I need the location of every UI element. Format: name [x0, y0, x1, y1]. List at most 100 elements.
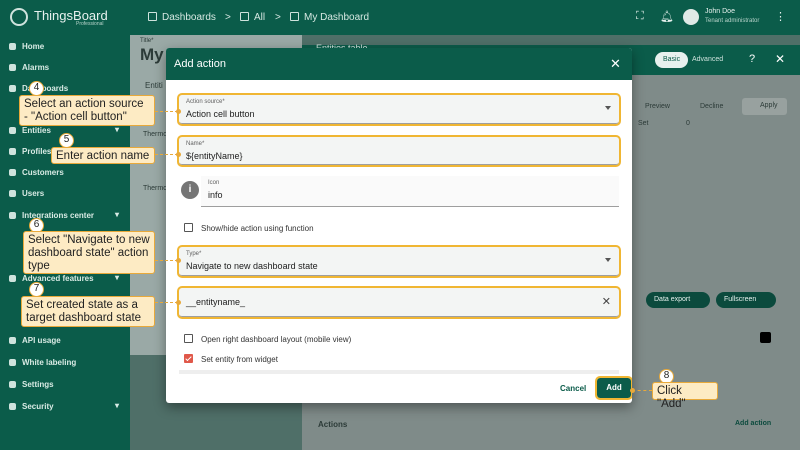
callout-connector	[155, 111, 178, 112]
dropdown-arrow-icon	[605, 258, 611, 262]
icon-field[interactable]: Icon info	[201, 176, 619, 207]
color-swatch[interactable]	[760, 332, 771, 343]
icon-value: info	[208, 190, 223, 200]
sidebar-item-home[interactable]: Home	[0, 38, 130, 58]
chevron-down-icon: ▾	[115, 210, 120, 219]
api-usage-icon	[9, 337, 16, 344]
white-labeling-icon	[9, 359, 16, 366]
name-label: Name*	[186, 141, 205, 147]
dashboard-icon	[290, 12, 299, 21]
dialog-title: Add action	[174, 58, 226, 70]
show-hide-checkbox[interactable]	[184, 223, 193, 232]
callout-target-dot	[630, 388, 635, 393]
logo-subtitle: Professional	[76, 21, 104, 27]
notifications-bell-icon[interactable]: 🔔︎	[660, 10, 674, 23]
breadcrumb-all[interactable]: All	[254, 12, 265, 23]
callout-connector	[632, 390, 652, 391]
set-entity-label: Set entity from widget	[201, 355, 278, 364]
callout-step-5: Enter action name	[51, 147, 155, 164]
entities-tab[interactable]: Entiti	[145, 81, 163, 90]
close-icon[interactable]: ✕	[775, 52, 785, 66]
fullscreen-chip[interactable]: Fullscreen	[716, 292, 776, 308]
thingsboard-logo-icon[interactable]	[10, 8, 28, 26]
decline-button[interactable]: Decline	[700, 103, 723, 110]
alarm-icon	[9, 64, 16, 71]
callout-step-6: Select "Navigate to new dashboard state"…	[23, 231, 155, 274]
action-source-value: Action cell button	[186, 109, 255, 119]
target-dashboard-state-input[interactable]: __entityname_ ✕	[177, 286, 621, 319]
close-icon[interactable]: ✕	[610, 56, 621, 72]
add-action-link[interactable]: Add action	[735, 420, 771, 427]
dropdown-arrow-icon	[605, 106, 611, 110]
callout-target-dot	[176, 258, 181, 263]
callout-target-dot	[176, 300, 181, 305]
sidebar-item-label: Security	[22, 402, 54, 411]
cancel-button[interactable]: Cancel	[560, 384, 586, 393]
breadcrumb-dashboards[interactable]: Dashboards	[162, 12, 216, 23]
set-entity-checkbox[interactable]	[184, 354, 193, 363]
customers-icon	[9, 169, 16, 176]
sidebar-item-alarms[interactable]: Alarms	[0, 59, 130, 79]
clear-icon[interactable]: ✕	[602, 295, 611, 308]
user-avatar-icon[interactable]	[683, 9, 699, 25]
title-label: Title*	[140, 38, 154, 44]
add-action-dialog: Add action ✕ Action source* Action cell …	[166, 48, 632, 403]
sidebar-item-label: Home	[22, 42, 45, 51]
icon-label: Icon	[208, 180, 220, 186]
callout-number: 4	[29, 81, 44, 96]
apply-button[interactable]: Apply	[742, 98, 787, 115]
settings-icon	[9, 381, 16, 388]
sidebar-item-white-labeling[interactable]: White labeling	[0, 354, 130, 374]
data-export-chip[interactable]: Data export	[646, 292, 710, 308]
sidebar-item-api-usage[interactable]: API usage	[0, 332, 130, 352]
sidebar-item-label: Customers	[22, 168, 64, 177]
chevron-down-icon: ▾	[115, 401, 120, 410]
preview-button[interactable]: Preview	[645, 103, 670, 110]
callout-connector	[155, 302, 178, 303]
user-role: Tenant administrator	[705, 18, 760, 24]
breadcrumb-separator: >	[225, 12, 231, 23]
mode-basic-toggle[interactable]: Basic	[655, 52, 689, 68]
table-row: Thermo	[143, 131, 168, 138]
show-hide-label: Show/hide action using function	[201, 224, 314, 233]
sidebar-item-customers[interactable]: Customers	[0, 164, 130, 184]
sidebar-item-integrations-center[interactable]: Integrations center ▾	[0, 207, 130, 227]
action-type-select[interactable]: Type* Navigate to new dashboard state	[177, 245, 621, 278]
sidebar-item-users[interactable]: Users	[0, 185, 130, 205]
table-row: Thermo	[143, 185, 168, 192]
target-state-value: __entityname_	[186, 297, 246, 307]
top-bar: ThingsBoard Professional Dashboards > Al…	[0, 0, 800, 35]
add-button[interactable]: Add	[595, 376, 632, 400]
set-label: Set	[638, 120, 649, 127]
callout-step-8: Click "Add"	[652, 382, 718, 410]
open-right-layout-label: Open right dashboard layout (mobile view…	[201, 335, 352, 344]
dashboards-icon	[9, 85, 16, 92]
help-icon[interactable]: ?	[749, 53, 755, 65]
user-name[interactable]: John Doe	[705, 8, 735, 15]
set-value[interactable]: 0	[686, 120, 690, 127]
info-icon[interactable]: i	[181, 181, 199, 199]
action-source-label: Action source*	[186, 99, 225, 105]
sidebar-item-label: Profiles	[22, 147, 52, 156]
action-name-input[interactable]: Name* ${entityName}	[177, 135, 621, 167]
open-right-layout-checkbox[interactable]	[184, 334, 193, 343]
sidebar-item-label: Entities	[22, 126, 51, 135]
actions-section-title: Actions	[318, 420, 348, 429]
sidebar-item-security[interactable]: Security ▾	[0, 398, 130, 418]
entities-icon	[9, 127, 16, 134]
fullscreen-icon[interactable]: ⛶	[636, 10, 644, 23]
users-icon	[9, 190, 16, 197]
dashboards-icon	[148, 12, 157, 21]
more-vert-icon[interactable]: ⋮	[775, 10, 786, 23]
callout-number: 5	[59, 133, 74, 148]
dialog-header: Add action ✕	[166, 48, 632, 80]
sidebar-item-label: API usage	[22, 336, 61, 345]
sidebar-item-settings[interactable]: Settings	[0, 376, 130, 396]
action-source-select[interactable]: Action source* Action cell button	[177, 93, 621, 126]
integrations-icon	[9, 212, 16, 219]
breadcrumb-my-dashboard[interactable]: My Dashboard	[304, 12, 369, 23]
advanced-features-icon	[9, 275, 16, 282]
mode-advanced-toggle[interactable]: Advanced	[692, 56, 723, 63]
breadcrumb-separator: >	[275, 12, 281, 23]
chevron-down-icon: ▾	[115, 273, 120, 282]
